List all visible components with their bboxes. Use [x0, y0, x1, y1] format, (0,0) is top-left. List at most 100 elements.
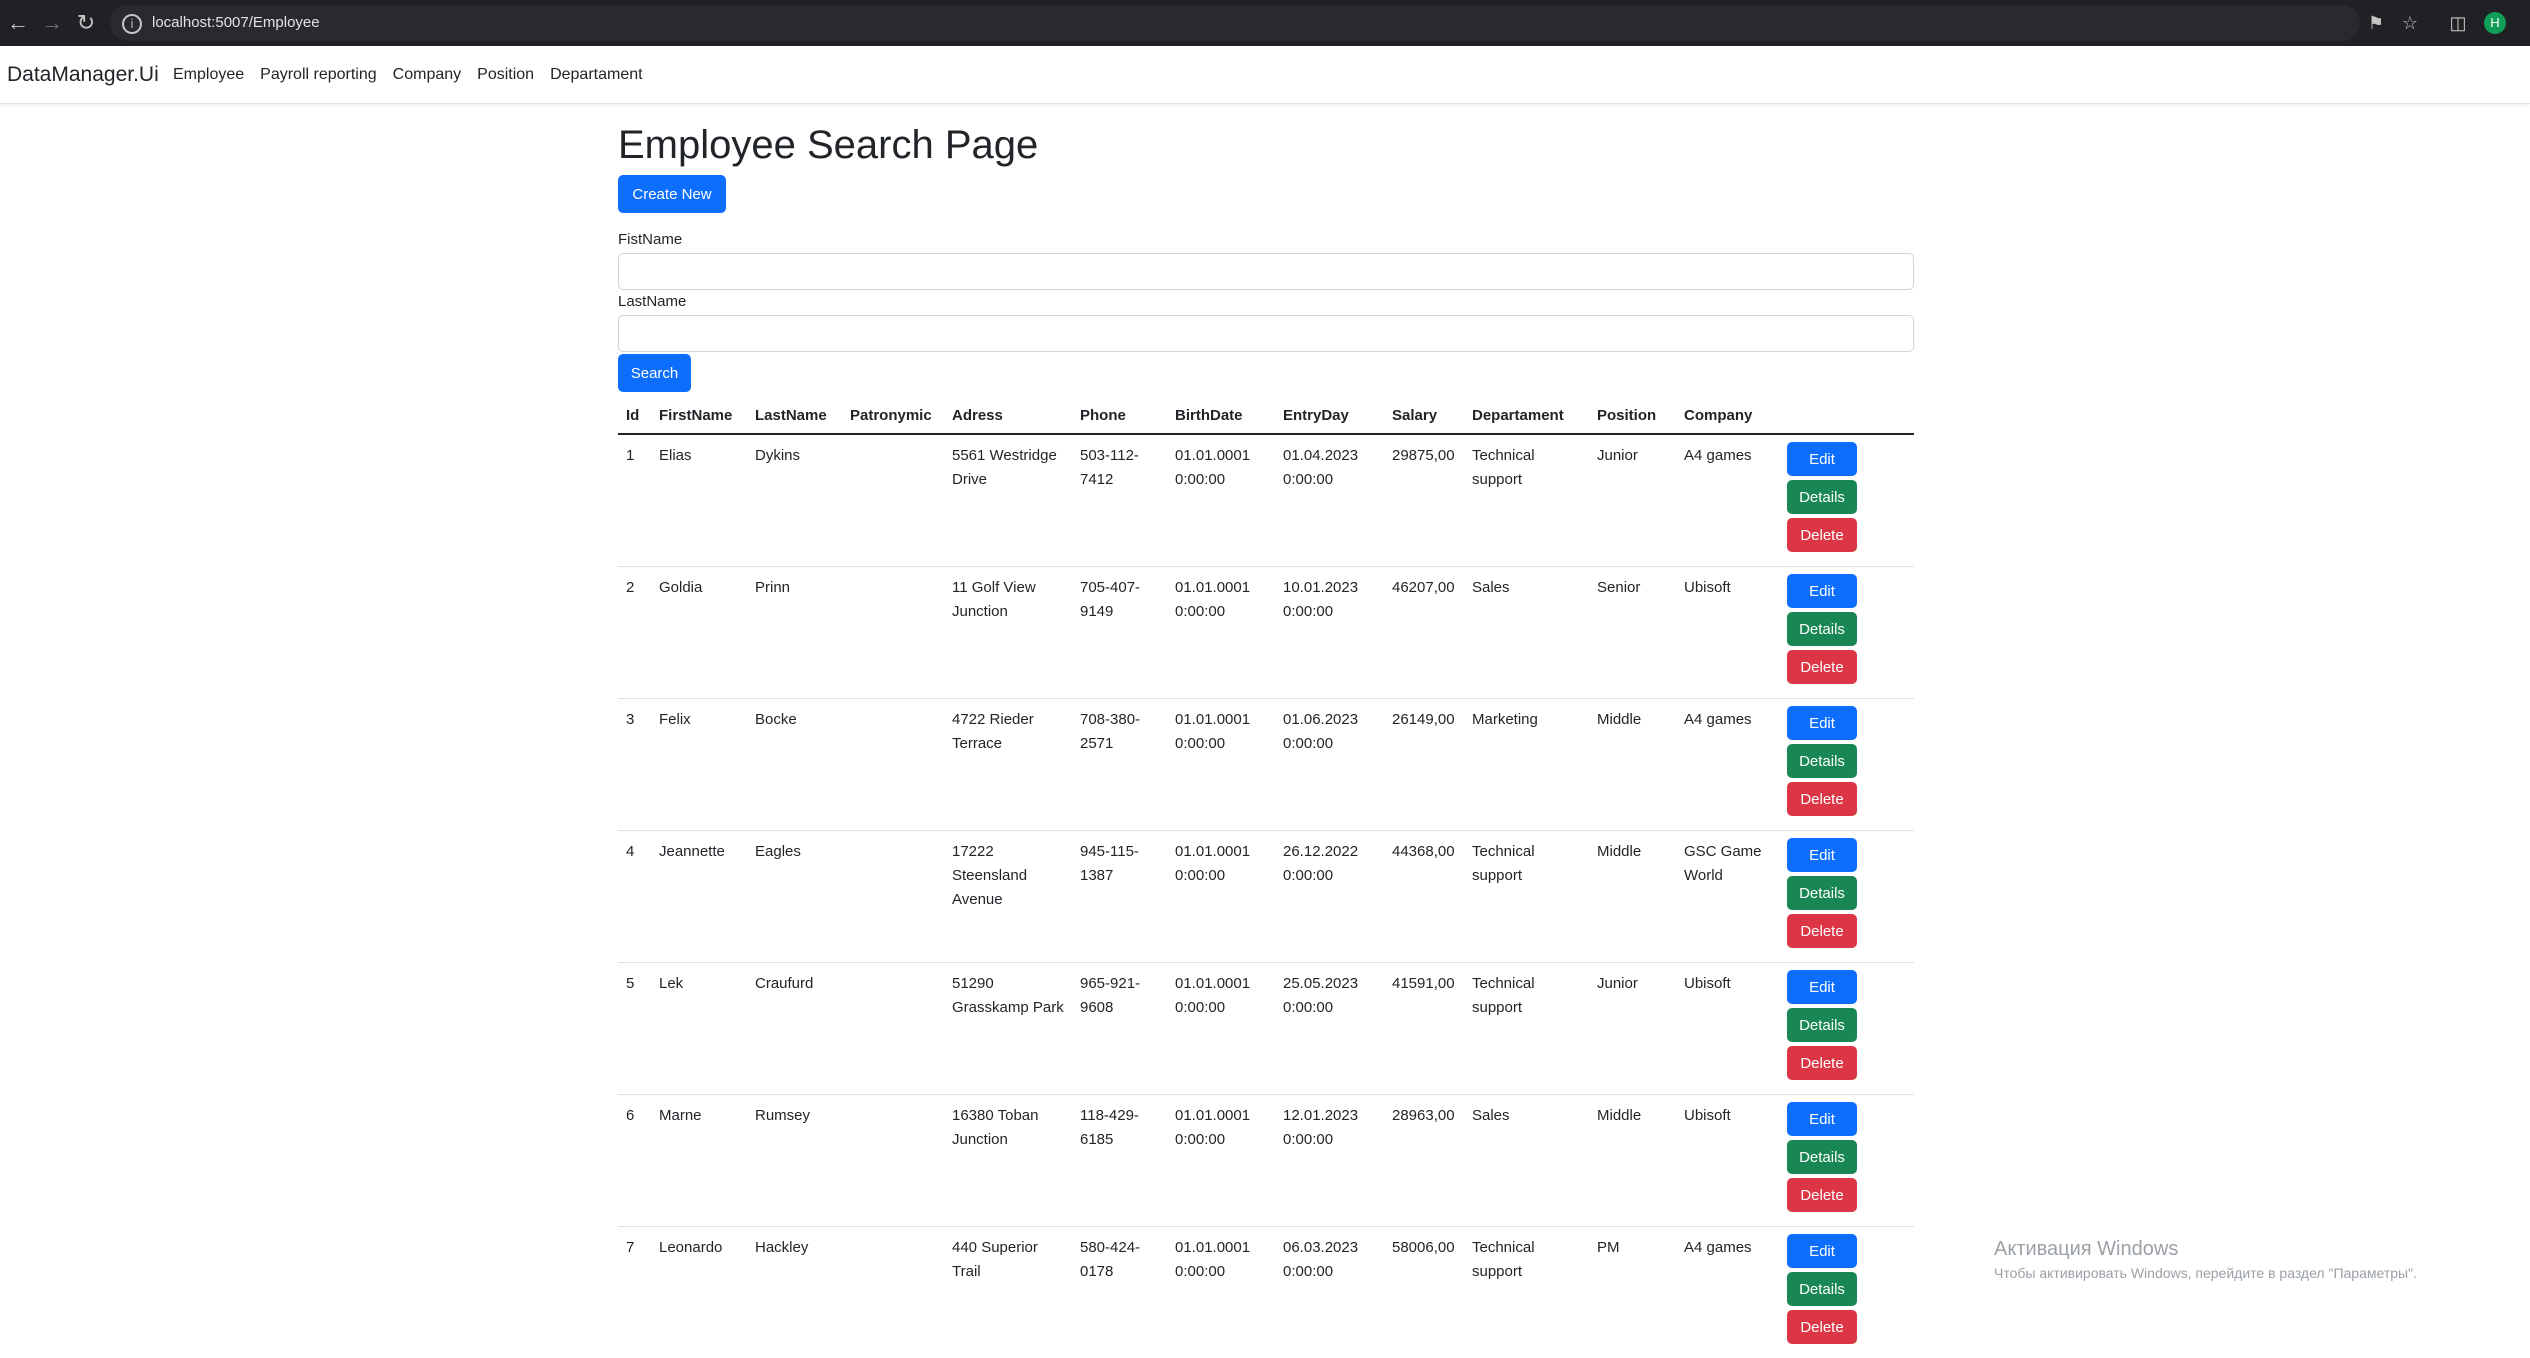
side-panel-icon[interactable]: ◫	[2446, 11, 2470, 35]
cell-salary: 41591,00	[1384, 963, 1464, 1095]
cell-position: Middle	[1589, 699, 1676, 831]
delete-button[interactable]: Delete	[1787, 518, 1857, 552]
cell-phone: 503-112-7412	[1072, 434, 1167, 567]
cell-actions: Edit Details Delete	[1779, 1227, 1914, 1358]
details-button[interactable]: Details	[1787, 480, 1857, 514]
cell-phone: 705-407-9149	[1072, 567, 1167, 699]
site-info-icon[interactable]: i	[122, 14, 142, 34]
table-row: 2GoldiaPrinn11 Golf View Junction705-407…	[618, 567, 1914, 699]
table-row: 3FelixBocke4722 Rieder Terrace708-380-25…	[618, 699, 1914, 831]
cell-departament: Technical support	[1464, 831, 1589, 963]
details-button[interactable]: Details	[1787, 612, 1857, 646]
cell-patronymic	[842, 1227, 944, 1358]
details-button[interactable]: Details	[1787, 876, 1857, 910]
cell-company: Ubisoft	[1676, 963, 1779, 1095]
cell-last-name: Dykins	[747, 434, 842, 567]
header-actions	[1779, 397, 1914, 434]
cell-entry-day: 06.03.2023 0:00:00	[1275, 1227, 1384, 1358]
edit-button[interactable]: Edit	[1787, 442, 1857, 476]
cell-last-name: Craufurd	[747, 963, 842, 1095]
page-title: Employee Search Page	[618, 115, 1914, 175]
cell-phone: 945-115-1387	[1072, 831, 1167, 963]
delete-button[interactable]: Delete	[1787, 782, 1857, 816]
table-body: 1EliasDykins5561 Westridge Drive503-112-…	[618, 434, 1914, 1358]
cell-departament: Sales	[1464, 567, 1589, 699]
cell-address: 5561 Westridge Drive	[944, 434, 1072, 567]
cell-departament: Technical support	[1464, 434, 1589, 567]
cell-id: 3	[618, 699, 651, 831]
cell-salary: 26149,00	[1384, 699, 1464, 831]
header-position: Position	[1589, 397, 1676, 434]
cell-actions: Edit Details Delete	[1779, 963, 1914, 1095]
cell-entry-day: 26.12.2022 0:00:00	[1275, 831, 1384, 963]
cell-birth-date: 01.01.0001 0:00:00	[1167, 963, 1275, 1095]
cell-company: GSC Game World	[1676, 831, 1779, 963]
cell-id: 6	[618, 1095, 651, 1227]
cell-patronymic	[842, 831, 944, 963]
header-patronymic: Patronymic	[842, 397, 944, 434]
watermark-subtitle: Чтобы активировать Windows, перейдите в …	[1994, 1265, 2417, 1281]
cell-company: A4 games	[1676, 699, 1779, 831]
nav-position[interactable]: Position	[477, 66, 534, 84]
nav-departament[interactable]: Departament	[550, 66, 643, 84]
cell-first-name: Felix	[651, 699, 747, 831]
cell-first-name: Goldia	[651, 567, 747, 699]
nav-links: Employee Payroll reporting Company Posit…	[173, 66, 643, 84]
delete-button[interactable]: Delete	[1787, 914, 1857, 948]
details-button[interactable]: Details	[1787, 744, 1857, 778]
cell-birth-date: 01.01.0001 0:00:00	[1167, 567, 1275, 699]
cell-first-name: Marne	[651, 1095, 747, 1227]
cell-actions: Edit Details Delete	[1779, 1095, 1914, 1227]
edit-button[interactable]: Edit	[1787, 838, 1857, 872]
delete-button[interactable]: Delete	[1787, 1046, 1857, 1080]
translate-icon[interactable]: ⚑	[2364, 11, 2388, 35]
edit-button[interactable]: Edit	[1787, 706, 1857, 740]
cell-address: 11 Golf View Junction	[944, 567, 1072, 699]
create-new-button[interactable]: Create New	[618, 175, 726, 213]
header-firstname: FirstName	[651, 397, 747, 434]
cell-patronymic	[842, 567, 944, 699]
cell-address: 440 Superior Trail	[944, 1227, 1072, 1358]
cell-salary: 28963,00	[1384, 1095, 1464, 1227]
edit-button[interactable]: Edit	[1787, 574, 1857, 608]
nav-payroll-reporting[interactable]: Payroll reporting	[260, 66, 377, 84]
url-text: localhost:5007/Employee	[152, 14, 320, 31]
cell-salary: 46207,00	[1384, 567, 1464, 699]
search-button[interactable]: Search	[618, 354, 691, 392]
cell-last-name: Hackley	[747, 1227, 842, 1358]
cell-id: 1	[618, 434, 651, 567]
edit-button[interactable]: Edit	[1787, 970, 1857, 1004]
nav-employee[interactable]: Employee	[173, 66, 244, 84]
cell-last-name: Rumsey	[747, 1095, 842, 1227]
watermark-title: Активация Windows	[1994, 1238, 2417, 1261]
delete-button[interactable]: Delete	[1787, 1178, 1857, 1212]
bookmark-star-icon[interactable]: ☆	[2398, 11, 2422, 35]
details-button[interactable]: Details	[1787, 1140, 1857, 1174]
details-button[interactable]: Details	[1787, 1272, 1857, 1306]
last-name-label: LastName	[618, 293, 686, 310]
header-phone: Phone	[1072, 397, 1167, 434]
cell-salary: 58006,00	[1384, 1227, 1464, 1358]
header-id: Id	[618, 397, 651, 434]
cell-position: Middle	[1589, 1095, 1676, 1227]
reload-icon[interactable]: ↻	[74, 11, 98, 35]
brand-link[interactable]: DataManager.Ui	[7, 63, 159, 87]
nav-company[interactable]: Company	[393, 66, 461, 84]
first-name-input[interactable]	[618, 253, 1914, 290]
edit-button[interactable]: Edit	[1787, 1102, 1857, 1136]
edit-button[interactable]: Edit	[1787, 1234, 1857, 1268]
profile-avatar[interactable]: H	[2484, 12, 2506, 34]
cell-entry-day: 10.01.2023 0:00:00	[1275, 567, 1384, 699]
delete-button[interactable]: Delete	[1787, 1310, 1857, 1344]
last-name-input[interactable]	[618, 315, 1914, 352]
delete-button[interactable]: Delete	[1787, 650, 1857, 684]
back-icon[interactable]: ←	[6, 11, 30, 35]
forward-icon[interactable]: →	[40, 11, 64, 35]
cell-salary: 44368,00	[1384, 831, 1464, 963]
address-bar[interactable]: i localhost:5007/Employee	[110, 5, 2360, 41]
cell-departament: Technical support	[1464, 963, 1589, 1095]
cell-id: 7	[618, 1227, 651, 1358]
details-button[interactable]: Details	[1787, 1008, 1857, 1042]
header-salary: Salary	[1384, 397, 1464, 434]
cell-birth-date: 01.01.0001 0:00:00	[1167, 699, 1275, 831]
